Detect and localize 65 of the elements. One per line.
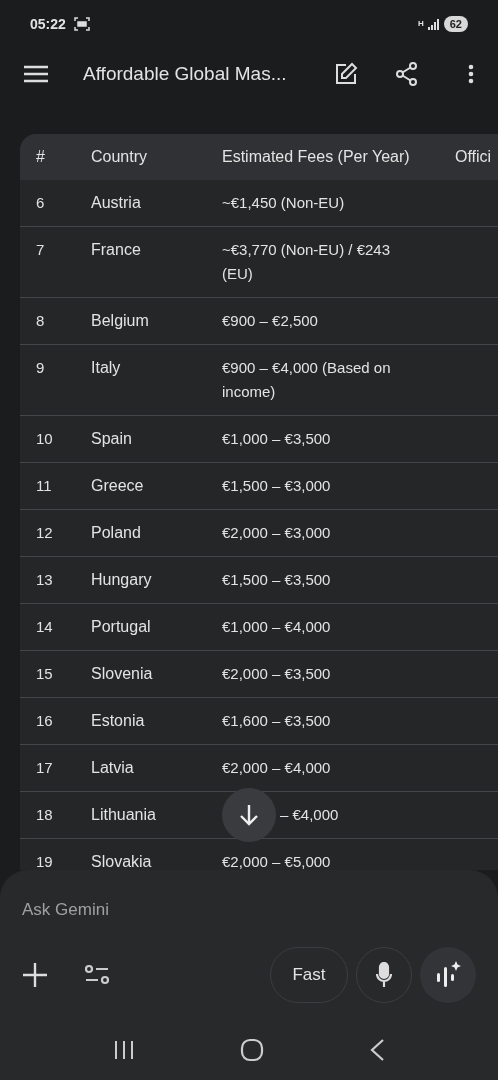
table-cell-text: – €4,000 — [280, 805, 340, 825]
column-header: Estimated Fees (Per Year) — [222, 147, 411, 167]
row-number: 8 — [35, 311, 46, 331]
table-cell-text: ~€3,770 (Non-EU) / €243 (EU) — [222, 240, 392, 284]
row-number: 12 — [35, 523, 54, 543]
row-number: 11 — [35, 476, 53, 496]
plus-icon[interactable] — [22, 962, 48, 988]
row-number: 18 — [35, 805, 54, 825]
table-cell-text: €2,000 – €3,500 — [222, 664, 332, 684]
recent-apps-icon[interactable] — [112, 1039, 135, 1061]
tools-icon[interactable] — [84, 963, 110, 987]
column-header: Country — [91, 147, 149, 167]
row-number: 9 — [35, 358, 46, 378]
row-number: 6 — [35, 193, 46, 213]
table-cell-text: €2,000 – €4,000 — [222, 758, 332, 778]
table-cell-text: €2,000 – €3,000 — [222, 523, 332, 543]
row-number: 16 — [35, 711, 54, 731]
row-number: 13 — [35, 570, 54, 590]
prompt-input[interactable]: Ask Gemini — [22, 898, 476, 922]
table-cell-text: Estonia — [91, 711, 146, 731]
table-cell-text: Spain — [91, 429, 133, 449]
table-cell-text: Belgium — [91, 311, 150, 331]
table-cell-text: Hungary — [91, 570, 153, 590]
table-cell-text: €1,000 – €4,000 — [222, 617, 332, 637]
table-cell-text: Latvia — [91, 758, 135, 778]
more-icon[interactable] — [468, 64, 474, 84]
row-number: 10 — [35, 429, 54, 449]
back-icon[interactable] — [369, 1038, 386, 1062]
table-cell-text: Portugal — [91, 617, 152, 637]
table-cell-text: France — [91, 240, 142, 260]
row-number: 17 — [35, 758, 54, 778]
edit-icon[interactable] — [334, 62, 358, 86]
table-cell-text: €2,000 – €5,000 — [222, 852, 332, 870]
row-number: 7 — [35, 240, 46, 260]
table-cell-text: Greece — [91, 476, 145, 496]
table-cell-text: Austria — [91, 193, 142, 213]
table-cell-text: €1,500 – €3,500 — [222, 570, 332, 590]
column-header: Offici — [455, 147, 493, 167]
table-cell-text: Poland — [91, 523, 142, 543]
signal-icon — [427, 18, 440, 30]
arrow-down-icon — [239, 804, 259, 826]
row-number: 15 — [35, 664, 54, 684]
sparkle-bars-icon — [435, 961, 461, 989]
table-cell-text: Italy — [91, 358, 122, 378]
table-cell-text: ~€1,450 (Non-EU) — [222, 193, 346, 213]
table-cell-text: €1,000 – €3,500 — [222, 429, 332, 449]
row-number: 19 — [35, 852, 54, 870]
status-time: 05:22 — [30, 14, 66, 34]
table-cell-text: €900 – €4,000 (Based on income) — [222, 358, 392, 402]
table-cell-text: Lithuania — [91, 805, 157, 825]
battery-indicator: 62 — [443, 16, 468, 32]
network-type: H — [417, 20, 424, 28]
screenshot-icon — [73, 17, 90, 31]
table-cell-text: €900 – €2,500 — [222, 311, 319, 331]
table-cell-text: Slovakia — [91, 852, 153, 870]
row-number: 14 — [35, 617, 54, 637]
column-header: # — [35, 147, 46, 167]
table-cell-text: Slovenia — [91, 664, 154, 684]
menu-icon[interactable] — [24, 64, 48, 84]
share-icon[interactable] — [396, 62, 418, 86]
microphone-icon — [376, 962, 392, 988]
table-cell-text: €1,600 – €3,500 — [222, 711, 332, 731]
home-icon[interactable] — [240, 1038, 264, 1062]
table-cell-text: €1,500 – €3,000 — [222, 476, 332, 496]
conversation-title: Affordable Global Mas... — [83, 61, 287, 86]
